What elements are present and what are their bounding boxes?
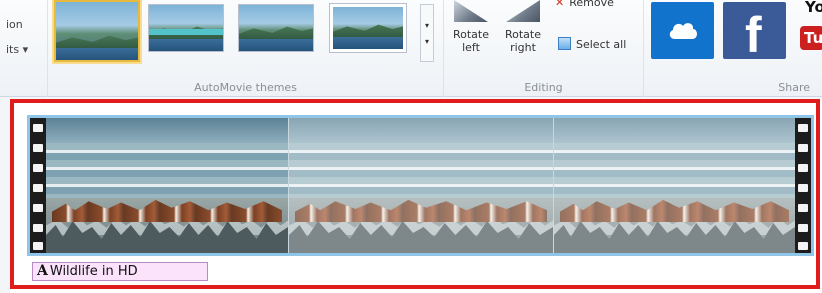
film-strip-right-icon [795,118,811,253]
rotate-left-button[interactable]: Rotate left [448,0,494,54]
rotate-left-line1: Rotate [452,28,489,41]
facebook-icon: f [745,7,762,63]
editing-group-label: Editing [524,81,563,94]
theme-thumbnail-4[interactable] [330,4,406,52]
caption-text-item[interactable]: A Wildlife in HD [32,262,208,281]
rotate-left-line2: left [462,41,480,54]
rotate-right-button[interactable]: Rotate right [500,0,546,54]
remove-label: Remove [569,0,614,9]
caption-text: Wildlife in HD [49,264,138,279]
ribbon-group-themes: ▾ ▾ AutoMovie themes [48,0,444,97]
youtube-icon: Tu [800,26,822,50]
rotate-right-line2: right [510,41,536,54]
onedrive-icon [669,23,697,39]
select-all-icon [558,37,571,50]
select-all-button[interactable]: Select all [558,37,626,51]
select-all-label: Select all [576,38,627,51]
partial-label-1[interactable]: ion [6,18,23,31]
share-group-label: Share [778,81,810,94]
theme-thumbnail-1[interactable] [54,0,140,62]
caption-icon: A [37,263,48,279]
themes-group-label: AutoMovie themes [194,81,297,94]
video-clip[interactable] [27,115,814,256]
gallery-scroll-down-icon[interactable]: ▾ [421,19,433,33]
clip-frame-3 [554,118,795,253]
rotate-left-icon [454,0,488,22]
film-strip-left-icon [30,118,46,253]
rotate-right-line1: Rotate [504,28,541,41]
youtube-wordmark: Yo [805,0,822,16]
clip-frame-1 [46,118,288,253]
facebook-share-button[interactable]: f [723,2,786,63]
remove-icon: ✕ [555,0,565,9]
clip-frame-2 [289,118,553,253]
gallery-scroll[interactable]: ▾ ▾ [420,4,434,62]
ribbon-group-partial: ion its ▾ [0,0,48,97]
gallery-more-icon[interactable]: ▾ [421,35,433,49]
ribbon: ion its ▾ ▾ ▾ AutoMovie themes Rotate le… [0,0,822,97]
partial-label-2[interactable]: its ▾ [6,43,28,56]
youtube-share-button[interactable]: Yo Tu [797,0,822,60]
remove-button[interactable]: ✕ Remove [555,0,614,9]
rotate-right-icon [506,0,540,22]
theme-thumbnail-2[interactable] [148,4,224,52]
onedrive-share-button[interactable] [651,2,714,59]
theme-thumbnail-3[interactable] [238,4,314,52]
